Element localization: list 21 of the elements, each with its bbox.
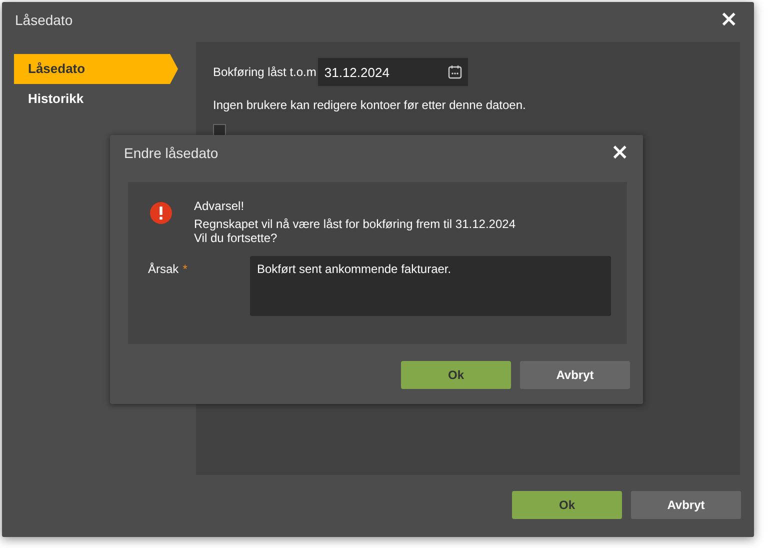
sidebar-item[interactable]: Historikk — [14, 84, 168, 114]
warning-heading: Advarsel! — [194, 199, 246, 213]
warning-icon — [150, 202, 172, 224]
required-mark: * — [182, 262, 188, 276]
warning-text: Regnskapet vil nå være låst for bokføring frem til 31.12.2024 — [194, 217, 516, 231]
dialog-title: Endre låsedato — [124, 145, 218, 161]
cancel-button[interactable]: Avbryt — [631, 491, 741, 519]
cancel-button[interactable]: Avbryt — [520, 361, 630, 389]
close-button[interactable]: × — [606, 143, 633, 163]
field-label: Bokføring låst t.o.m — [213, 65, 316, 79]
ok-button[interactable]: Ok — [512, 491, 622, 519]
field-label: Årsak — [148, 262, 179, 276]
ok-button[interactable]: Ok — [401, 361, 511, 389]
date-field[interactable]: 31.12.2024 — [318, 58, 468, 86]
sidebar-item[interactable]: Låsedato — [14, 54, 178, 84]
reason-field[interactable]: Bokført sent ankommende fakturaer. — [250, 256, 611, 316]
close-button[interactable]: × — [716, 10, 742, 30]
warning-text: Vil du fortsette? — [194, 231, 278, 245]
calendar-icon[interactable] — [448, 65, 462, 79]
window-title: Låsedato — [15, 12, 73, 28]
info-text: Ingen brukere kan redigere kontoer før etter denne datoen. — [213, 98, 527, 112]
